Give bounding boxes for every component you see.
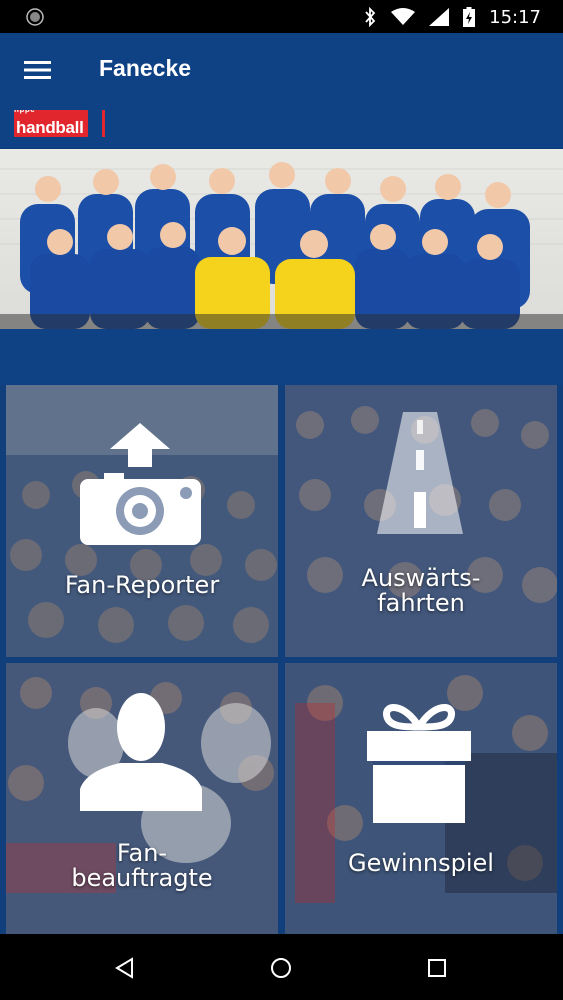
status-time: 15:17 — [489, 6, 541, 28]
notification-dot-icon — [26, 8, 44, 26]
logo-tagline: lippe — [14, 110, 88, 115]
home-icon[interactable] — [270, 957, 292, 979]
battery-charging-icon — [463, 7, 476, 27]
status-bar: 15:17 — [0, 0, 563, 33]
back-icon[interactable] — [114, 957, 136, 979]
header-spacer — [0, 329, 563, 385]
app-bar: Fanecke — [0, 33, 563, 110]
hamburger-menu-icon[interactable] — [24, 59, 52, 81]
tile-label: Fan-Reporter — [64, 571, 220, 599]
gift-icon — [367, 704, 471, 823]
team-photo — [0, 162, 563, 329]
tile-gewinnspiel[interactable]: Gewinnspiel — [285, 663, 557, 934]
person-icon — [80, 693, 202, 811]
wifi-icon — [391, 8, 416, 25]
recents-icon[interactable] — [426, 957, 448, 979]
fan-corner-grid: Fan-Reporter Auswärts- fahrten Fan- beau… — [0, 385, 563, 934]
signal-icon — [429, 8, 450, 26]
tile-label-line1: Fan- — [116, 839, 168, 867]
camera-upload-icon — [80, 423, 201, 545]
tile-label-line2: beauftragte — [71, 864, 213, 892]
tile-fan-reporter[interactable]: Fan-Reporter — [6, 385, 278, 657]
logo-strip: lippe handball — [0, 110, 563, 148]
team-photo-banner — [0, 149, 563, 329]
handball-logo: lippe handball — [14, 110, 88, 137]
tile-label-line2: fahrten — [377, 589, 465, 617]
road-icon — [377, 412, 463, 534]
logo-text: handball — [16, 118, 84, 137]
logo-divider — [102, 110, 105, 137]
tile-fanbeauftragte[interactable]: Fan- beauftragte — [6, 663, 278, 934]
bluetooth-icon — [365, 7, 376, 27]
tile-label: Gewinnspiel — [348, 849, 494, 877]
tile-auswaertsfahrten[interactable]: Auswärts- fahrten — [285, 385, 557, 657]
tile-label-line1: Auswärts- — [361, 564, 481, 592]
page-title: Fanecke — [99, 55, 192, 81]
system-nav-bar — [0, 934, 563, 1000]
